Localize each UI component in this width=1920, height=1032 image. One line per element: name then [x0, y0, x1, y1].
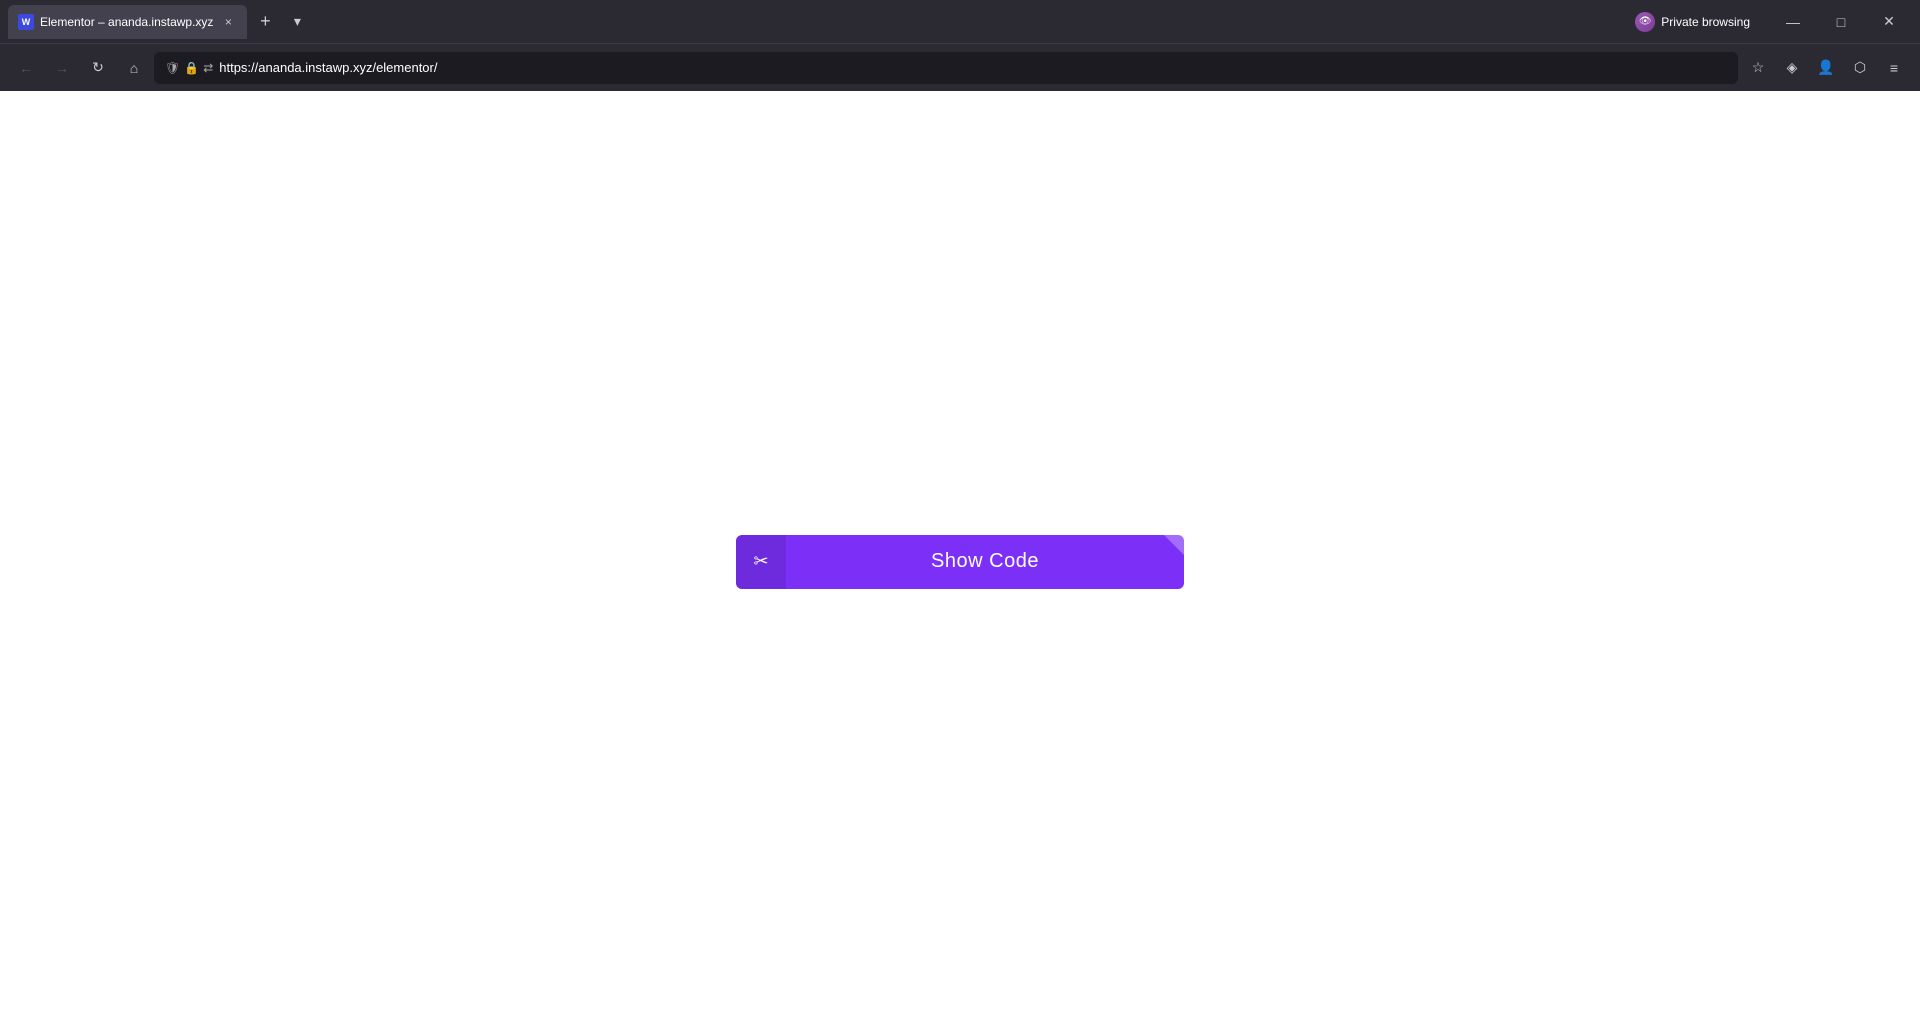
- tab-title: Elementor – ananda.instawp.xyz: [40, 15, 213, 29]
- private-browsing-icon: 👁: [1635, 12, 1655, 32]
- star-icon: ☆: [1752, 59, 1765, 76]
- pocket-button[interactable]: ◈: [1776, 52, 1808, 84]
- minimize-button[interactable]: —: [1770, 0, 1816, 43]
- extensions-icon: ⬡: [1854, 59, 1866, 76]
- menu-icon: ≡: [1890, 60, 1898, 76]
- tab-area: W Elementor – ananda.instawp.xyz × + ▾: [8, 0, 1623, 43]
- back-button[interactable]: ←: [10, 52, 42, 84]
- browser-window: W Elementor – ananda.instawp.xyz × + ▾ 👁…: [0, 0, 1920, 1032]
- window-controls: — □ ✕: [1770, 0, 1912, 43]
- profile-button[interactable]: 👤: [1810, 52, 1842, 84]
- home-icon: ⌂: [130, 60, 138, 76]
- tracking-icon: ⇄: [203, 61, 213, 75]
- bookmark-button[interactable]: ☆: [1742, 52, 1774, 84]
- navigation-bar: ← → ↻ ⌂ 🛡 🔒 ⇄ https://ananda.instawp.xyz…: [0, 43, 1920, 91]
- pocket-icon: ◈: [1787, 59, 1798, 76]
- address-bar[interactable]: 🛡 🔒 ⇄ https://ananda.instawp.xyz/element…: [154, 52, 1738, 84]
- active-tab[interactable]: W Elementor – ananda.instawp.xyz ×: [8, 5, 247, 39]
- show-code-button[interactable]: ✂ Show Code: [736, 535, 1184, 589]
- profile-icon: 👤: [1817, 59, 1834, 76]
- shield-icon: 🛡: [165, 61, 180, 75]
- home-button[interactable]: ⌂: [118, 52, 150, 84]
- menu-button[interactable]: ≡: [1878, 52, 1910, 84]
- show-code-label: Show Code: [786, 550, 1184, 573]
- tab-close-button[interactable]: ×: [219, 13, 237, 31]
- nav-right-icons: ☆ ◈ 👤 ⬡ ≡: [1742, 52, 1910, 84]
- tab-favicon: W: [18, 14, 34, 30]
- forward-icon: →: [55, 60, 69, 76]
- title-bar: W Elementor – ananda.instawp.xyz × + ▾ 👁…: [0, 0, 1920, 43]
- maximize-button[interactable]: □: [1818, 0, 1864, 43]
- page-content: ✂ Show Code: [0, 91, 1920, 1032]
- tab-dropdown-button[interactable]: ▾: [283, 8, 311, 36]
- refresh-icon: ↻: [92, 59, 104, 76]
- close-button[interactable]: ✕: [1866, 0, 1912, 43]
- show-code-icon: ✂: [736, 535, 786, 589]
- private-browsing-indicator: 👁 Private browsing: [1627, 8, 1758, 36]
- url-display: https://ananda.instawp.xyz/elementor/: [219, 60, 1727, 75]
- private-browsing-label: Private browsing: [1661, 15, 1750, 29]
- new-tab-button[interactable]: +: [251, 8, 279, 36]
- extensions-button[interactable]: ⬡: [1844, 52, 1876, 84]
- back-icon: ←: [19, 60, 33, 76]
- forward-button[interactable]: →: [46, 52, 78, 84]
- refresh-button[interactable]: ↻: [82, 52, 114, 84]
- security-icons: 🛡 🔒 ⇄: [165, 61, 213, 75]
- lock-icon: 🔒: [184, 61, 199, 75]
